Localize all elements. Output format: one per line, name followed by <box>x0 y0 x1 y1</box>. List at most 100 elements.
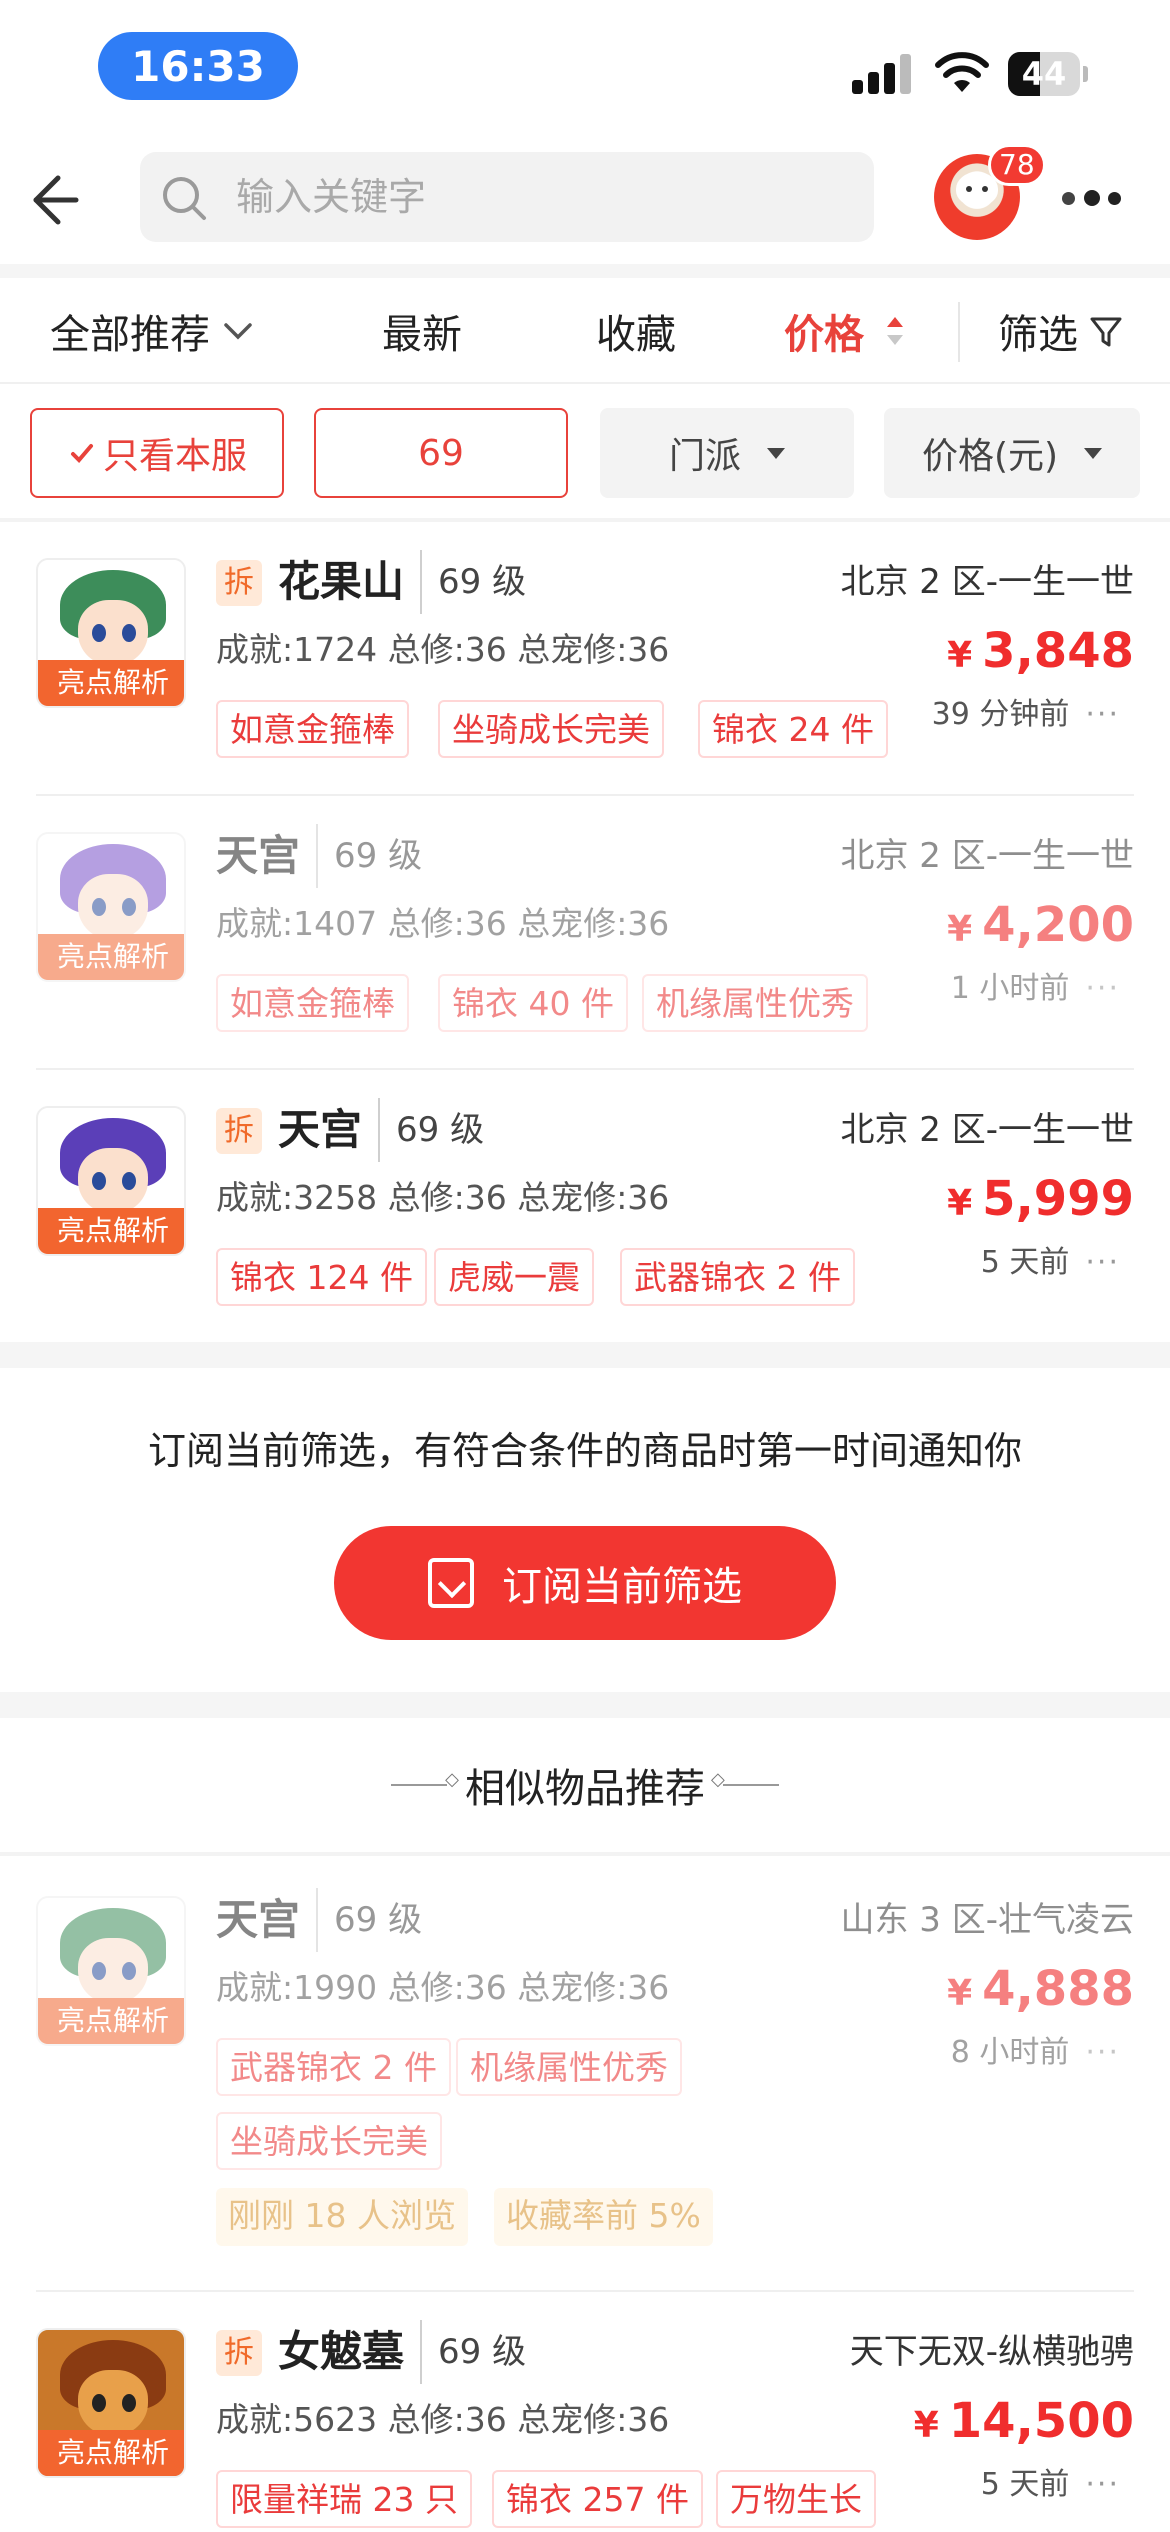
highlight-analysis-label[interactable]: 亮点解析 <box>38 1208 184 1254</box>
currency-symbol: ¥ <box>947 635 973 676</box>
tab-price[interactable]: 价格 <box>784 278 910 384</box>
price-value: 4,200 <box>982 897 1134 953</box>
split-badge: 拆 <box>216 2330 262 2376</box>
level-text: 69 级 <box>316 1888 422 1952</box>
only-this-server-label: 只看本服 <box>102 436 247 477</box>
status-time: 16:33 <box>98 32 298 100</box>
stats-text: 成就:3258 总修:36 总宠修:36 <box>216 1178 670 1217</box>
list-item[interactable]: 亮点解析 拆 女魃墓 69 级 天下无双-纵横驰骋 成就:5623 总修:36 … <box>0 2292 1170 2532</box>
list-item[interactable]: 亮点解析 拆 花果山 69 级 北京 2 区-一生一世 成就:1724 总修:3… <box>0 522 1170 796</box>
list-item[interactable]: 亮点解析 天宫 69 级 北京 2 区-一生一世 成就:1407 总修:36 总… <box>0 796 1170 1070</box>
notification-badge: 78 <box>988 144 1046 186</box>
more-options-icon[interactable] <box>1062 184 1130 214</box>
highlight-analysis-label[interactable]: 亮点解析 <box>38 2430 184 2476</box>
price-filter-label: 价格(元) <box>921 436 1059 477</box>
server-name: 北京 2 区-一生一世 <box>840 836 1134 876</box>
school-filter-dropdown[interactable]: 门派 <box>600 408 854 498</box>
popularity-tag: 收藏率前 5% <box>494 2188 713 2246</box>
popularity-tag: 刚刚 18 人浏览 <box>216 2188 468 2246</box>
price: ¥4,888 <box>947 1956 1134 2022</box>
sort-tabs: 全部推荐 最新 收藏 价格 筛选 <box>0 278 1170 384</box>
feature-tag: 锦衣 124 件 <box>216 1248 427 1306</box>
similar-section-title: 相似物品推荐 <box>0 1718 1170 1856</box>
feature-tag: 坐骑成长完美 <box>438 700 664 758</box>
filter-chips: 只看本服 69 门派 价格(元) <box>0 384 1170 522</box>
stats-text: 成就:1407 总修:36 总宠修:36 <box>216 904 670 943</box>
battery-level: 44 <box>1021 55 1067 93</box>
level-text: 69 级 <box>420 2320 526 2384</box>
price: ¥3,848 <box>947 618 1134 684</box>
status-bar: 16:33 44 <box>0 0 1170 140</box>
school-name: 天宫 <box>216 831 301 880</box>
split-badge: 拆 <box>216 1108 262 1154</box>
listed-time: 5 天前 ··· <box>981 2460 1120 2510</box>
battery-icon: 44 <box>1008 52 1088 96</box>
tab-favorites[interactable]: 收藏 <box>596 278 676 384</box>
stats-text: 成就:1724 总修:36 总宠修:36 <box>216 630 670 669</box>
school-name: 女魃墓 <box>278 2327 405 2376</box>
cellular-signal-icon <box>852 52 912 94</box>
feature-tag: 武器锦衣 2 件 <box>216 2038 451 2096</box>
feature-tag: 锦衣 40 件 <box>438 974 628 1032</box>
divider <box>391 1769 459 1790</box>
back-arrow-icon[interactable] <box>14 164 86 236</box>
server-name: 北京 2 区-一生一世 <box>840 1110 1134 1150</box>
bookmark-icon <box>428 1558 474 1608</box>
price: ¥4,200 <box>947 892 1134 958</box>
price-value: 5,999 <box>982 1171 1134 1227</box>
school-name: 天宫 <box>216 1895 301 1944</box>
subscribe-button[interactable]: 订阅当前筛选 <box>334 1526 836 1640</box>
feature-tag: 如意金箍棒 <box>216 700 409 758</box>
feature-tag: 机缘属性优秀 <box>642 974 868 1032</box>
price: ¥14,500 <box>914 2388 1134 2454</box>
server-name: 山东 3 区-壮气凌云 <box>840 1900 1134 1940</box>
character-thumbnail: 亮点解析 <box>36 558 186 708</box>
list-item[interactable]: 亮点解析 天宫 69 级 山东 3 区-壮气凌云 成就:1990 总修:36 总… <box>0 1860 1170 2292</box>
more-dots-icon[interactable]: ··· <box>1085 2467 1120 2502</box>
feature-tag: 虎威一震 <box>434 1248 594 1306</box>
subscribe-text: 订阅当前筛选，有符合条件的商品时第一时间通知你 <box>147 1429 1022 1473</box>
more-dots-icon[interactable]: ··· <box>1085 971 1120 1006</box>
price: ¥5,999 <box>947 1166 1134 1232</box>
list-item[interactable]: 亮点解析 拆 天宫 69 级 北京 2 区-一生一世 成就:3258 总修:36… <box>0 1070 1170 1344</box>
more-dots-icon[interactable]: ··· <box>1085 1245 1120 1280</box>
highlight-analysis-label[interactable]: 亮点解析 <box>38 660 184 706</box>
highlight-analysis-label[interactable]: 亮点解析 <box>38 934 184 980</box>
tab-recommend[interactable]: 全部推荐 <box>50 278 258 384</box>
feature-tag: 坐骑成长完美 <box>216 2112 442 2170</box>
feature-tag: 武器锦衣 2 件 <box>620 1248 855 1306</box>
checkmark-icon <box>70 444 93 463</box>
feature-tag: 限量祥瑞 23 只 <box>216 2470 472 2528</box>
server-name: 天下无双-纵横驰骋 <box>849 2332 1134 2372</box>
tab-latest[interactable]: 最新 <box>382 278 462 384</box>
divider <box>958 302 960 362</box>
listed-time: 5 天前 ··· <box>981 1238 1120 1288</box>
level-text: 69 级 <box>420 550 526 614</box>
tab-filter-label: 筛选 <box>998 312 1078 358</box>
stats-text: 成就:5623 总修:36 总宠修:36 <box>216 2400 670 2439</box>
divider <box>711 1769 779 1790</box>
only-this-server-chip[interactable]: 只看本服 <box>30 408 284 498</box>
highlight-analysis-label[interactable]: 亮点解析 <box>38 1998 184 2044</box>
search-input[interactable]: 输入关键字 <box>140 152 874 242</box>
listed-time-text: 5 天前 <box>980 1245 1070 1280</box>
more-dots-icon[interactable]: ··· <box>1085 2035 1120 2070</box>
feature-tag: 锦衣 24 件 <box>698 700 888 758</box>
currency-symbol: ¥ <box>947 1183 973 1224</box>
more-dots-icon[interactable]: ··· <box>1085 697 1120 732</box>
listed-time: 8 小时前 ··· <box>951 2028 1120 2078</box>
filter-funnel-icon <box>1090 317 1122 347</box>
tab-filter[interactable]: 筛选 <box>998 278 1126 384</box>
search-icon <box>163 177 206 220</box>
price-value: 14,500 <box>948 2393 1134 2449</box>
subscribe-button-label: 订阅当前筛选 <box>502 1564 742 1610</box>
school-filter-label: 门派 <box>668 436 741 477</box>
stats-text: 成就:1990 总修:36 总宠修:36 <box>216 1968 670 2007</box>
caret-down-icon <box>1084 447 1103 459</box>
level-text: 69 级 <box>316 824 422 888</box>
wifi-icon <box>935 52 989 92</box>
price-filter-dropdown[interactable]: 价格(元) <box>884 408 1140 498</box>
split-badge: 拆 <box>216 560 262 606</box>
feature-tag: 如意金箍棒 <box>216 974 409 1032</box>
level-filter-chip[interactable]: 69 <box>314 408 568 498</box>
